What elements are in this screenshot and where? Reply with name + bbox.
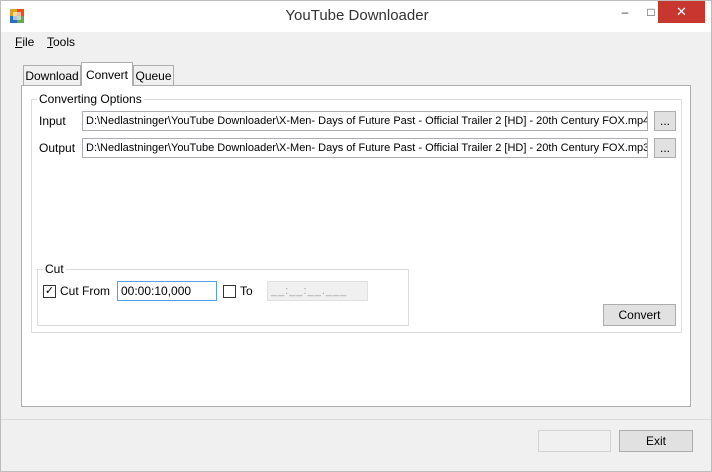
- title-bar[interactable]: YouTube Downloader – □ ✕: [1, 1, 711, 32]
- cut-from-time-field[interactable]: 00:00:10,000: [117, 281, 217, 301]
- to-time-field[interactable]: __:__:__.___: [267, 281, 368, 301]
- minimize-button[interactable]: –: [612, 1, 638, 23]
- cut-legend: Cut: [43, 262, 66, 276]
- tab-queue[interactable]: Queue: [133, 65, 174, 85]
- output-label: Output: [39, 141, 76, 155]
- output-path-field[interactable]: D:\Nedlastninger\YouTube Downloader\X-Me…: [82, 138, 648, 158]
- to-checkbox[interactable]: [223, 285, 236, 298]
- exit-button-label: Exit: [645, 434, 666, 448]
- tab-convert[interactable]: Convert: [81, 62, 133, 86]
- menu-file[interactable]: File: [15, 35, 34, 49]
- menu-bar: File Tools: [1, 32, 711, 52]
- window-title: YouTube Downloader: [285, 7, 429, 24]
- tab-download[interactable]: Download: [23, 65, 81, 85]
- maximize-icon: □: [647, 5, 655, 19]
- menu-tools-label: ools: [53, 35, 76, 49]
- input-label: Input: [39, 114, 66, 128]
- convert-button[interactable]: Convert: [603, 304, 676, 326]
- to-label: To: [240, 284, 253, 298]
- tab-convert-label: Convert: [85, 67, 129, 82]
- converting-options-legend: Converting Options: [37, 92, 144, 106]
- output-browse-button[interactable]: ...: [654, 138, 676, 158]
- convert-tab-panel: Converting Options Input D:\Nedlastninge…: [21, 85, 691, 407]
- checkmark-icon: ✓: [44, 285, 55, 297]
- close-icon: ✕: [676, 4, 687, 19]
- input-path-field[interactable]: D:\Nedlastninger\YouTube Downloader\X-Me…: [82, 111, 648, 131]
- convert-button-label: Convert: [618, 308, 661, 322]
- output-browse-label: ...: [659, 141, 670, 155]
- menu-file-label: ile: [22, 35, 35, 49]
- exit-button[interactable]: Exit: [619, 430, 693, 452]
- tab-download-label: Download: [25, 68, 79, 83]
- cut-from-label: Cut From: [60, 284, 111, 298]
- footer-divider: [1, 419, 711, 420]
- close-button[interactable]: ✕: [658, 1, 705, 23]
- main-window: YouTube Downloader – □ ✕ File Tools Down…: [0, 0, 712, 472]
- minimize-icon: –: [621, 5, 629, 19]
- blank-disabled-button[interactable]: [538, 430, 611, 452]
- tab-queue-label: Queue: [135, 68, 172, 83]
- input-browse-button[interactable]: ...: [654, 111, 676, 131]
- menu-tools[interactable]: Tools: [47, 35, 75, 49]
- input-browse-label: ...: [659, 114, 670, 128]
- cut-from-checkbox[interactable]: ✓: [43, 285, 56, 298]
